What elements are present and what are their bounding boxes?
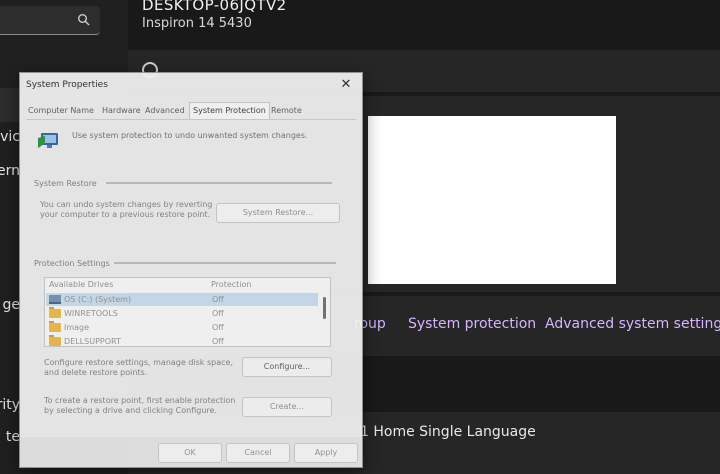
protection-settings-divider [114, 262, 336, 264]
drive-protection: Off [212, 337, 224, 346]
device-name: DESKTOP-06JQTV2 [142, 0, 287, 14]
tab-remote[interactable]: Remote [271, 103, 302, 119]
tab-hardware[interactable]: Hardware [102, 103, 141, 119]
tab-computer-name[interactable]: Computer Name [28, 103, 94, 119]
dialog-footer: OK Cancel Apply [20, 437, 362, 467]
scrollbar-thumb[interactable] [323, 297, 326, 319]
drive-protection: Off [212, 309, 224, 318]
drive-name: OS (C:) (System) [64, 295, 132, 304]
apply-button[interactable]: Apply [294, 443, 358, 463]
drive-name: DELLSUPPORT [64, 337, 121, 346]
folder-icon [49, 307, 61, 318]
drive-name: Image [64, 323, 90, 332]
protection-settings-label: Protection Settings [34, 259, 110, 268]
system-restore-divider [106, 182, 332, 184]
related-link-system-protection[interactable]: System protection [408, 316, 536, 332]
dialog-title: System Properties [26, 80, 108, 90]
search-input[interactable] [0, 6, 100, 35]
configure-button[interactable]: Configure... [242, 357, 332, 377]
system-restore-text: You can undo system changes by reverting… [40, 200, 213, 219]
drives-list[interactable]: Available Drives Protection OS (C:) (Sys… [44, 277, 331, 347]
drive-protection: Off [212, 295, 224, 304]
intro-text: Use system protection to undo unwanted s… [72, 131, 308, 140]
system-restore-button[interactable]: System Restore... [216, 203, 340, 223]
related-link-advanced-settings[interactable]: Advanced system settings [545, 316, 720, 332]
edition-text: 1 Home Single Language [360, 424, 536, 440]
create-text: To create a restore point, first enable … [44, 396, 236, 415]
system-properties-dialog: System Properties ✕ Computer Name Hardwa… [19, 72, 363, 468]
system-protection-icon [38, 133, 58, 148]
tab-system-protection[interactable]: System Protection [189, 102, 270, 119]
system-restore-label: System Restore [34, 179, 97, 188]
drive-protection: Off [212, 323, 224, 332]
tab-advanced[interactable]: Advanced [145, 103, 185, 119]
create-button[interactable]: Create... [242, 397, 332, 417]
drive-name: WINRETOOLS [64, 309, 118, 318]
hard-drive-icon [49, 295, 61, 304]
ok-button[interactable]: OK [158, 443, 222, 463]
device-model: Inspiron 14 5430 [142, 16, 252, 31]
drive-row[interactable]: OS (C:) (System) Off [46, 293, 318, 306]
tabs-divider [26, 119, 356, 120]
drive-row[interactable]: DELLSUPPORT Off [46, 335, 318, 346]
cancel-button[interactable]: Cancel [226, 443, 290, 463]
drive-row[interactable]: Image Off [46, 321, 318, 334]
redacted-area [368, 116, 616, 284]
close-button[interactable]: ✕ [334, 75, 358, 95]
col-protection: Protection [211, 280, 252, 289]
configure-text: Configure restore settings, manage disk … [44, 358, 233, 377]
folder-icon [49, 321, 61, 332]
drives-scrollbar[interactable] [321, 291, 329, 345]
drive-row[interactable]: WINRETOOLS Off [46, 307, 318, 320]
folder-icon [49, 335, 61, 346]
search-icon [78, 14, 90, 26]
col-available-drives: Available Drives [49, 280, 114, 289]
